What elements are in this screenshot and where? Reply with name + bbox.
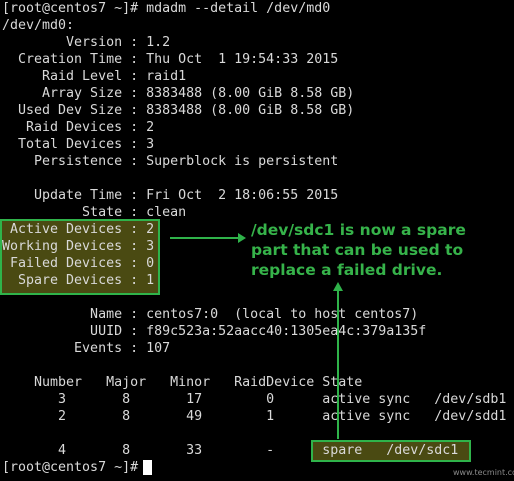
identity-events: Events : 107 (2, 341, 171, 356)
device-line: /dev/md0: (2, 18, 75, 33)
detail-persistence: Persistence : Superblock is persistent (2, 154, 339, 169)
detail-raid-level: Raid Level : raid1 (2, 69, 187, 84)
detail-creation-time: Creation Time : Thu Oct 1 19:54:33 2015 (2, 52, 339, 67)
table-row-spare: 4 8 33 - spare /dev/sdc1 (2, 443, 459, 458)
detail-used-dev-size: Used Dev Size : 8383488 (8.00 GiB 8.58 G… (2, 103, 355, 118)
watermark: www.tecmint.com (453, 468, 514, 477)
table-header: Number Major Minor RaidDevice State (2, 375, 363, 390)
identity-name: Name : centos7:0 (local to host centos7) (2, 307, 419, 322)
table-row: 2 8 49 1 active sync /dev/sdd1 (2, 409, 507, 424)
detail-total-devices: Total Devices : 3 (2, 137, 155, 152)
detail-update-time: Update Time : Fri Oct 2 18:06:55 2015 (2, 188, 339, 203)
terminal-window[interactable]: [root@centos7 ~]# mdadm --detail /dev/md… (0, 0, 514, 477)
count-active-devices: Active Devices : 2 (2, 222, 155, 237)
annotation-text: /dev/sdc1 is now a spare part that can b… (251, 221, 466, 279)
detail-raid-devices: Raid Devices : 2 (2, 120, 155, 135)
arrow-up-icon (333, 282, 343, 439)
count-working-devices: Working Devices : 3 (2, 239, 155, 254)
detail-array-size: Array Size : 8383488 (8.00 GiB 8.58 GB) (2, 86, 355, 101)
count-failed-devices: Failed Devices : 0 (2, 256, 155, 271)
text-cursor (143, 460, 152, 475)
detail-version: Version : 1.2 (2, 35, 171, 50)
command-line: [root@centos7 ~]# mdadm --detail /dev/md… (2, 1, 331, 16)
table-row: 3 8 17 0 active sync /dev/sdb1 (2, 392, 507, 407)
final-prompt[interactable]: [root@centos7 ~]# (2, 459, 146, 476)
identity-uuid: UUID : f89c523a:52aacc40:1305ea4c:379a13… (2, 324, 427, 339)
arrow-right-icon (170, 233, 246, 243)
count-spare-devices: Spare Devices : 1 (2, 273, 155, 288)
